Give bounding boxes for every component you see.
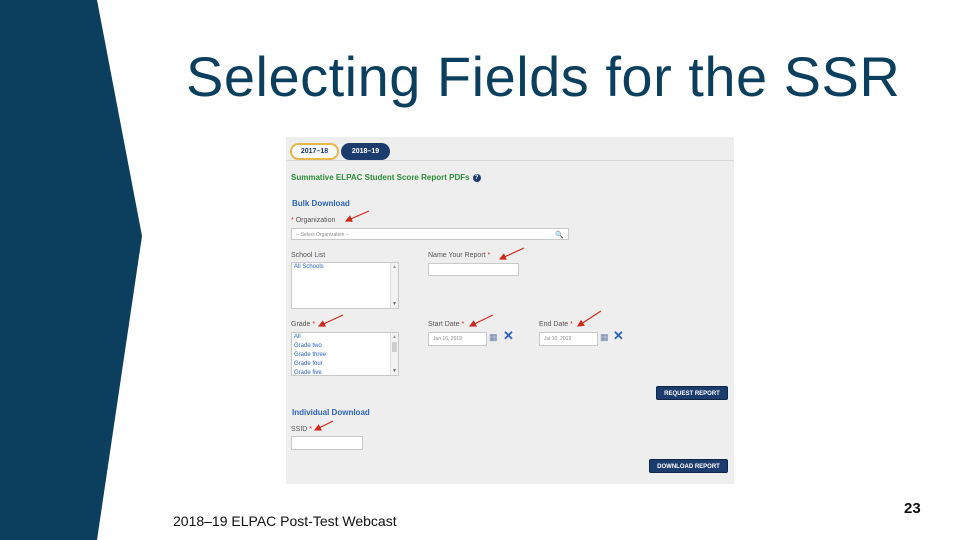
scroll-up-icon[interactable]: ▲ — [392, 334, 397, 340]
start-date-value: Jun 16, 2019 — [433, 336, 462, 342]
start-date-label-text: Start Date — [428, 321, 460, 328]
page-number: 23 — [904, 500, 921, 517]
arrow-end-date — [576, 310, 602, 327]
download-report-button[interactable]: DOWNLOAD REPORT — [649, 459, 728, 473]
grade-item[interactable]: Grade five — [292, 369, 398, 378]
ssid-label-text: SSID — [291, 426, 308, 433]
arrow-report-name — [498, 247, 525, 260]
required-marker: * — [487, 252, 491, 259]
school-list-scrollbar[interactable]: ▲ ▼ — [390, 263, 398, 308]
scroll-down-icon[interactable]: ▼ — [392, 301, 397, 307]
help-icon[interactable]: ? — [472, 173, 481, 182]
side-band-shape — [0, 0, 142, 540]
start-date-label: Start Date * — [428, 321, 464, 328]
scroll-thumb[interactable] — [392, 342, 397, 352]
grade-item[interactable]: Grade four — [292, 360, 398, 369]
ssid-label: SSID * — [291, 426, 312, 433]
scroll-down-icon[interactable]: ▼ — [392, 368, 397, 374]
scroll-up-icon[interactable]: ▲ — [392, 264, 397, 270]
search-icon[interactable]: 🔍 — [555, 231, 564, 239]
report-name-label: Name Your Report * — [428, 252, 490, 259]
required-marker: * — [309, 426, 313, 433]
calendar-icon[interactable]: ▦ — [600, 332, 609, 343]
clear-start-date-icon[interactable]: ✕ — [503, 328, 514, 344]
grade-item[interactable]: Grade three — [292, 351, 398, 360]
year-tabs: 2017–18 2018–19 — [286, 137, 734, 161]
report-name-label-text: Name Your Report — [428, 252, 486, 259]
tab-2018-19[interactable]: 2018–19 — [341, 143, 390, 160]
organization-select[interactable]: -- Select Organization -- 🔍 — [291, 228, 569, 240]
arrow-organization — [344, 210, 370, 222]
grade-list-scrollbar[interactable]: ▲ ▼ — [390, 333, 398, 375]
required-marker: * — [570, 321, 573, 328]
calendar-icon[interactable]: ▦ — [489, 332, 498, 343]
ssid-input[interactable] — [291, 436, 363, 450]
start-date-input[interactable]: Jun 16, 2019 — [428, 332, 487, 346]
slide: Selecting Fields for the SSR 2017–18 201… — [0, 0, 960, 540]
grade-label: Grade * — [291, 321, 315, 328]
end-date-label: End Date * — [539, 321, 573, 328]
annotation-arrows — [313, 210, 602, 431]
school-list-label: School List — [291, 252, 326, 259]
grade-item[interactable]: All — [292, 333, 398, 342]
app-screenshot: 2017–18 2018–19 Summative ELPAC Student … — [286, 137, 734, 484]
footer-text: 2018–19 ELPAC Post-Test Webcast — [173, 513, 397, 529]
arrow-grade — [317, 314, 344, 327]
grade-item[interactable]: Grade two — [292, 342, 398, 351]
request-report-button[interactable]: REQUEST REPORT — [656, 386, 728, 400]
report-name-input[interactable] — [428, 263, 519, 276]
school-list-item[interactable]: All Schools — [292, 263, 398, 272]
bulk-download-heading: Bulk Download — [292, 199, 350, 208]
slide-title: Selecting Fields for the SSR — [186, 45, 901, 108]
grade-label-text: Grade — [291, 321, 311, 328]
end-date-input[interactable]: Jul 10, 2019 — [539, 332, 598, 346]
arrow-ssid — [313, 420, 334, 431]
school-list-box[interactable]: All Schools ▲ ▼ — [291, 262, 399, 309]
arrow-start-date — [468, 314, 494, 327]
organization-label: * Organization — [291, 217, 335, 224]
clear-end-date-icon[interactable]: ✕ — [613, 328, 624, 344]
report-heading: Summative ELPAC Student Score Report PDF… — [291, 173, 481, 182]
end-date-value: Jul 10, 2019 — [544, 336, 572, 342]
individual-download-heading: Individual Download — [292, 408, 370, 417]
tab-2017-18[interactable]: 2017–18 — [290, 143, 339, 160]
end-date-label-text: End Date — [539, 321, 569, 328]
required-marker: * — [312, 321, 316, 328]
required-marker: * — [461, 321, 465, 328]
organization-placeholder: -- Select Organization -- — [296, 232, 350, 238]
report-heading-text: Summative ELPAC Student Score Report PDF… — [291, 173, 470, 182]
organization-label-text: Organization — [295, 217, 336, 224]
grade-list-box[interactable]: All Grade two Grade three Grade four Gra… — [291, 332, 399, 376]
required-marker: * — [291, 217, 294, 224]
